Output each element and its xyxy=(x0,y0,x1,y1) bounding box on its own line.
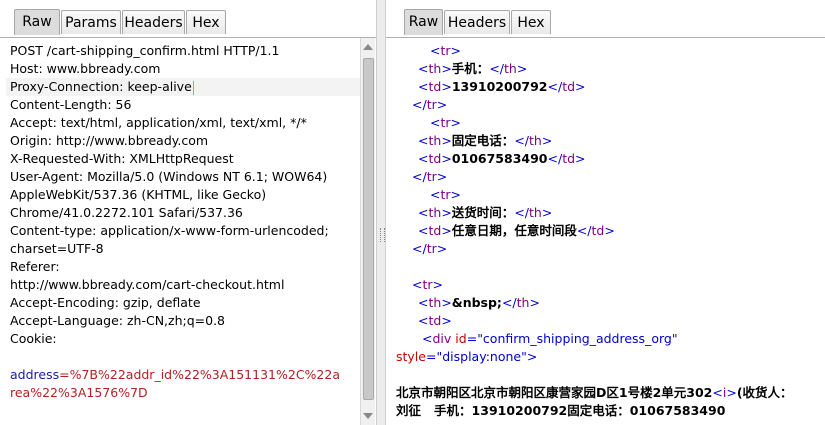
code-line: <td> xyxy=(418,313,452,328)
request-scroll-thumb[interactable] xyxy=(363,58,374,400)
body-param-value: %7B%22addr_id%22%3A151131%2C%22a xyxy=(69,367,340,382)
fixed-phone-value: 01067583490 xyxy=(451,151,548,166)
splitter-grip-icon xyxy=(380,228,385,242)
request-editor[interactable]: POST /cart-shipping_confirm.html HTTP/1.… xyxy=(0,37,376,425)
response-tab-raw[interactable]: Raw xyxy=(404,9,443,35)
code-line: <tr> xyxy=(430,115,462,130)
code-line: <th>手机：</th> xyxy=(418,61,528,76)
request-body-line: rea%22%3A1576%7D xyxy=(10,385,148,400)
code-line: <th>固定电话：</th> xyxy=(418,133,553,148)
text-caret xyxy=(192,80,194,95)
receiver-line: 刘征 手机：13910200792固定电话：01067583490 xyxy=(396,403,726,418)
request-line: Cookie: xyxy=(10,331,57,346)
body-param-name: address xyxy=(10,367,60,382)
code-line: <div id="confirm_shipping_address_org" xyxy=(422,331,678,346)
request-tab-hex[interactable]: Hex xyxy=(186,10,226,34)
request-tab-raw[interactable]: Raw xyxy=(14,9,60,35)
response-editor[interactable]: <tr> <th>手机：</th> <td>13910200792</td> <… xyxy=(386,37,825,425)
delivery-label: 送货时间： xyxy=(451,205,515,220)
request-line: Host: www.bbready.com xyxy=(10,61,161,76)
request-line: Accept-Encoding: gzip, deflate xyxy=(10,295,201,310)
request-line: Content-type: application/x-www-form-url… xyxy=(10,223,329,238)
request-line: Accept: text/html, application/xml, text… xyxy=(10,115,307,130)
code-line: </tr> xyxy=(412,241,448,256)
request-line: Origin: http://www.bbready.com xyxy=(10,133,209,148)
pane-splitter[interactable] xyxy=(376,0,386,425)
request-pane: Raw Params Headers Hex POST /cart-shippi… xyxy=(0,0,376,425)
request-tab-headers[interactable]: Headers xyxy=(122,10,185,34)
code-line: 北京市朝阳区北京市朝阳区康营家园D区1号楼2单元302<i>(收货人： xyxy=(396,385,793,400)
request-line: User-Agent: Mozilla/5.0 (Windows NT 6.1;… xyxy=(10,169,328,184)
code-line: <tr> xyxy=(412,277,444,292)
request-line: http://www.bbready.com/cart-checkout.htm… xyxy=(10,277,285,292)
code-line: <th>&nbsp;</th> xyxy=(418,295,540,310)
code-line: <th>送货时间：</th> xyxy=(418,205,553,220)
code-line: </tr> xyxy=(412,97,448,112)
request-line: AppleWebKit/537.36 (KHTML, like Gecko) xyxy=(10,187,267,202)
phone-value: 13910200792 xyxy=(451,79,548,94)
request-line: Accept-Language: zh-CN,zh;q=0.8 xyxy=(10,313,226,328)
request-line: POST /cart-shipping_confirm.html HTTP/1.… xyxy=(10,43,280,58)
response-tab-headers[interactable]: Headers xyxy=(444,10,510,34)
request-tabs: Raw Params Headers Hex xyxy=(0,0,376,38)
scroll-up-icon[interactable] xyxy=(363,44,373,50)
phone-label: 手机： xyxy=(451,61,490,76)
request-line-current: Proxy-Connection: keep-alive xyxy=(6,78,362,96)
address-text: 北京市朝阳区北京市朝阳区康营家园D区1号楼2单元302 xyxy=(396,385,713,400)
request-line: Chrome/41.0.2272.101 Safari/537.36 xyxy=(10,205,243,220)
div-id-value: "confirm_shipping_address_org" xyxy=(477,331,678,346)
fixed-phone-label: 固定电话： xyxy=(451,133,515,148)
code-line: <td>13910200792</td> xyxy=(418,79,586,94)
code-line: style="display:none"> xyxy=(396,349,538,364)
request-line: Referer: xyxy=(10,259,60,274)
request-line-text: Proxy-Connection: keep-alive xyxy=(10,79,192,94)
response-tab-hex[interactable]: Hex xyxy=(511,10,551,34)
request-scrollbar[interactable] xyxy=(360,38,375,425)
code-line: <td>01067583490</td> xyxy=(418,151,586,166)
request-line: X-Requested-With: XMLHttpRequest xyxy=(10,151,234,166)
request-line: Content-Length: 56 xyxy=(10,97,132,112)
delivery-value: 任意日期，任意时间段 xyxy=(451,223,577,238)
response-tabs: Raw Headers Hex xyxy=(386,0,825,38)
scroll-down-icon[interactable] xyxy=(363,413,373,419)
request-line: charset=UTF-8 xyxy=(10,241,104,256)
request-body-line: address=%7B%22addr_id%22%3A151131%2C%22a xyxy=(10,367,340,382)
code-line: <td>任意日期，任意时间段</td> xyxy=(418,223,615,238)
code-line: </tr> xyxy=(412,169,448,184)
receiver-text: (收货人： xyxy=(736,385,793,400)
request-tab-params[interactable]: Params xyxy=(61,10,121,34)
response-pane: Raw Headers Hex <tr> <th>手机：</th> <td>13… xyxy=(386,0,825,425)
nbsp-entity: &nbsp; xyxy=(451,295,502,310)
code-line: <tr> xyxy=(430,43,462,58)
style-value: "display:none" xyxy=(436,349,527,364)
code-line: <tr> xyxy=(430,187,462,202)
